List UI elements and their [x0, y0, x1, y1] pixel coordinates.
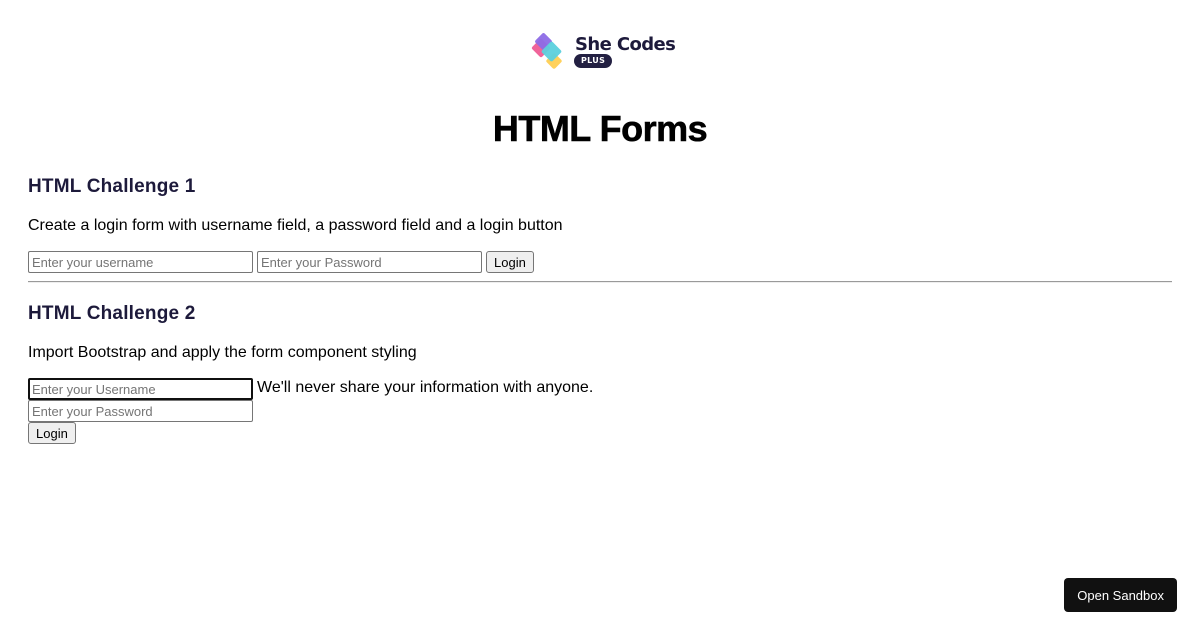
- she-codes-logo: She Codes PLUS: [527, 32, 676, 80]
- login-button[interactable]: Login: [486, 251, 534, 273]
- username-input[interactable]: [28, 251, 253, 273]
- password-input[interactable]: [257, 251, 482, 273]
- open-sandbox-button[interactable]: Open Sandbox: [1064, 578, 1177, 612]
- submit-row: Login: [28, 422, 1172, 444]
- logo-plus-badge: PLUS: [574, 54, 613, 68]
- logo-wordmark: She Codes PLUS: [573, 32, 676, 68]
- challenge-2-section: HTML Challenge 2 Import Bootstrap and ap…: [28, 303, 1172, 444]
- bootstrap-login-button[interactable]: Login: [28, 422, 76, 444]
- challenge-2-title: HTML Challenge 2: [28, 303, 196, 324]
- page-title: HTML Forms: [492, 108, 708, 150]
- bootstrap-password-input[interactable]: [28, 400, 253, 422]
- header: She Codes PLUS: [28, 0, 1172, 80]
- username-row: We'll never share your information with …: [28, 378, 1172, 400]
- challenge-2-description: Import Bootstrap and apply the form comp…: [28, 344, 417, 361]
- username-help-text: We'll never share your information with …: [257, 379, 594, 396]
- challenge-1-title: HTML Challenge 1: [28, 176, 196, 197]
- challenge-1-login-form: Login: [28, 251, 1172, 273]
- bootstrap-username-input[interactable]: [28, 378, 253, 400]
- challenge-2-login-form: We'll never share your information with …: [28, 378, 1172, 444]
- password-row: [28, 400, 1172, 422]
- challenge-1-description: Create a login form with username field,…: [28, 217, 563, 234]
- section-divider: [28, 281, 1172, 283]
- logo-brand-name: She Codes: [575, 34, 676, 55]
- she-codes-mark-icon: [531, 33, 562, 69]
- page: She Codes PLUS HTML Forms HTML Challenge…: [0, 0, 1200, 630]
- challenge-1-section: HTML Challenge 1 Create a login form wit…: [28, 176, 1172, 273]
